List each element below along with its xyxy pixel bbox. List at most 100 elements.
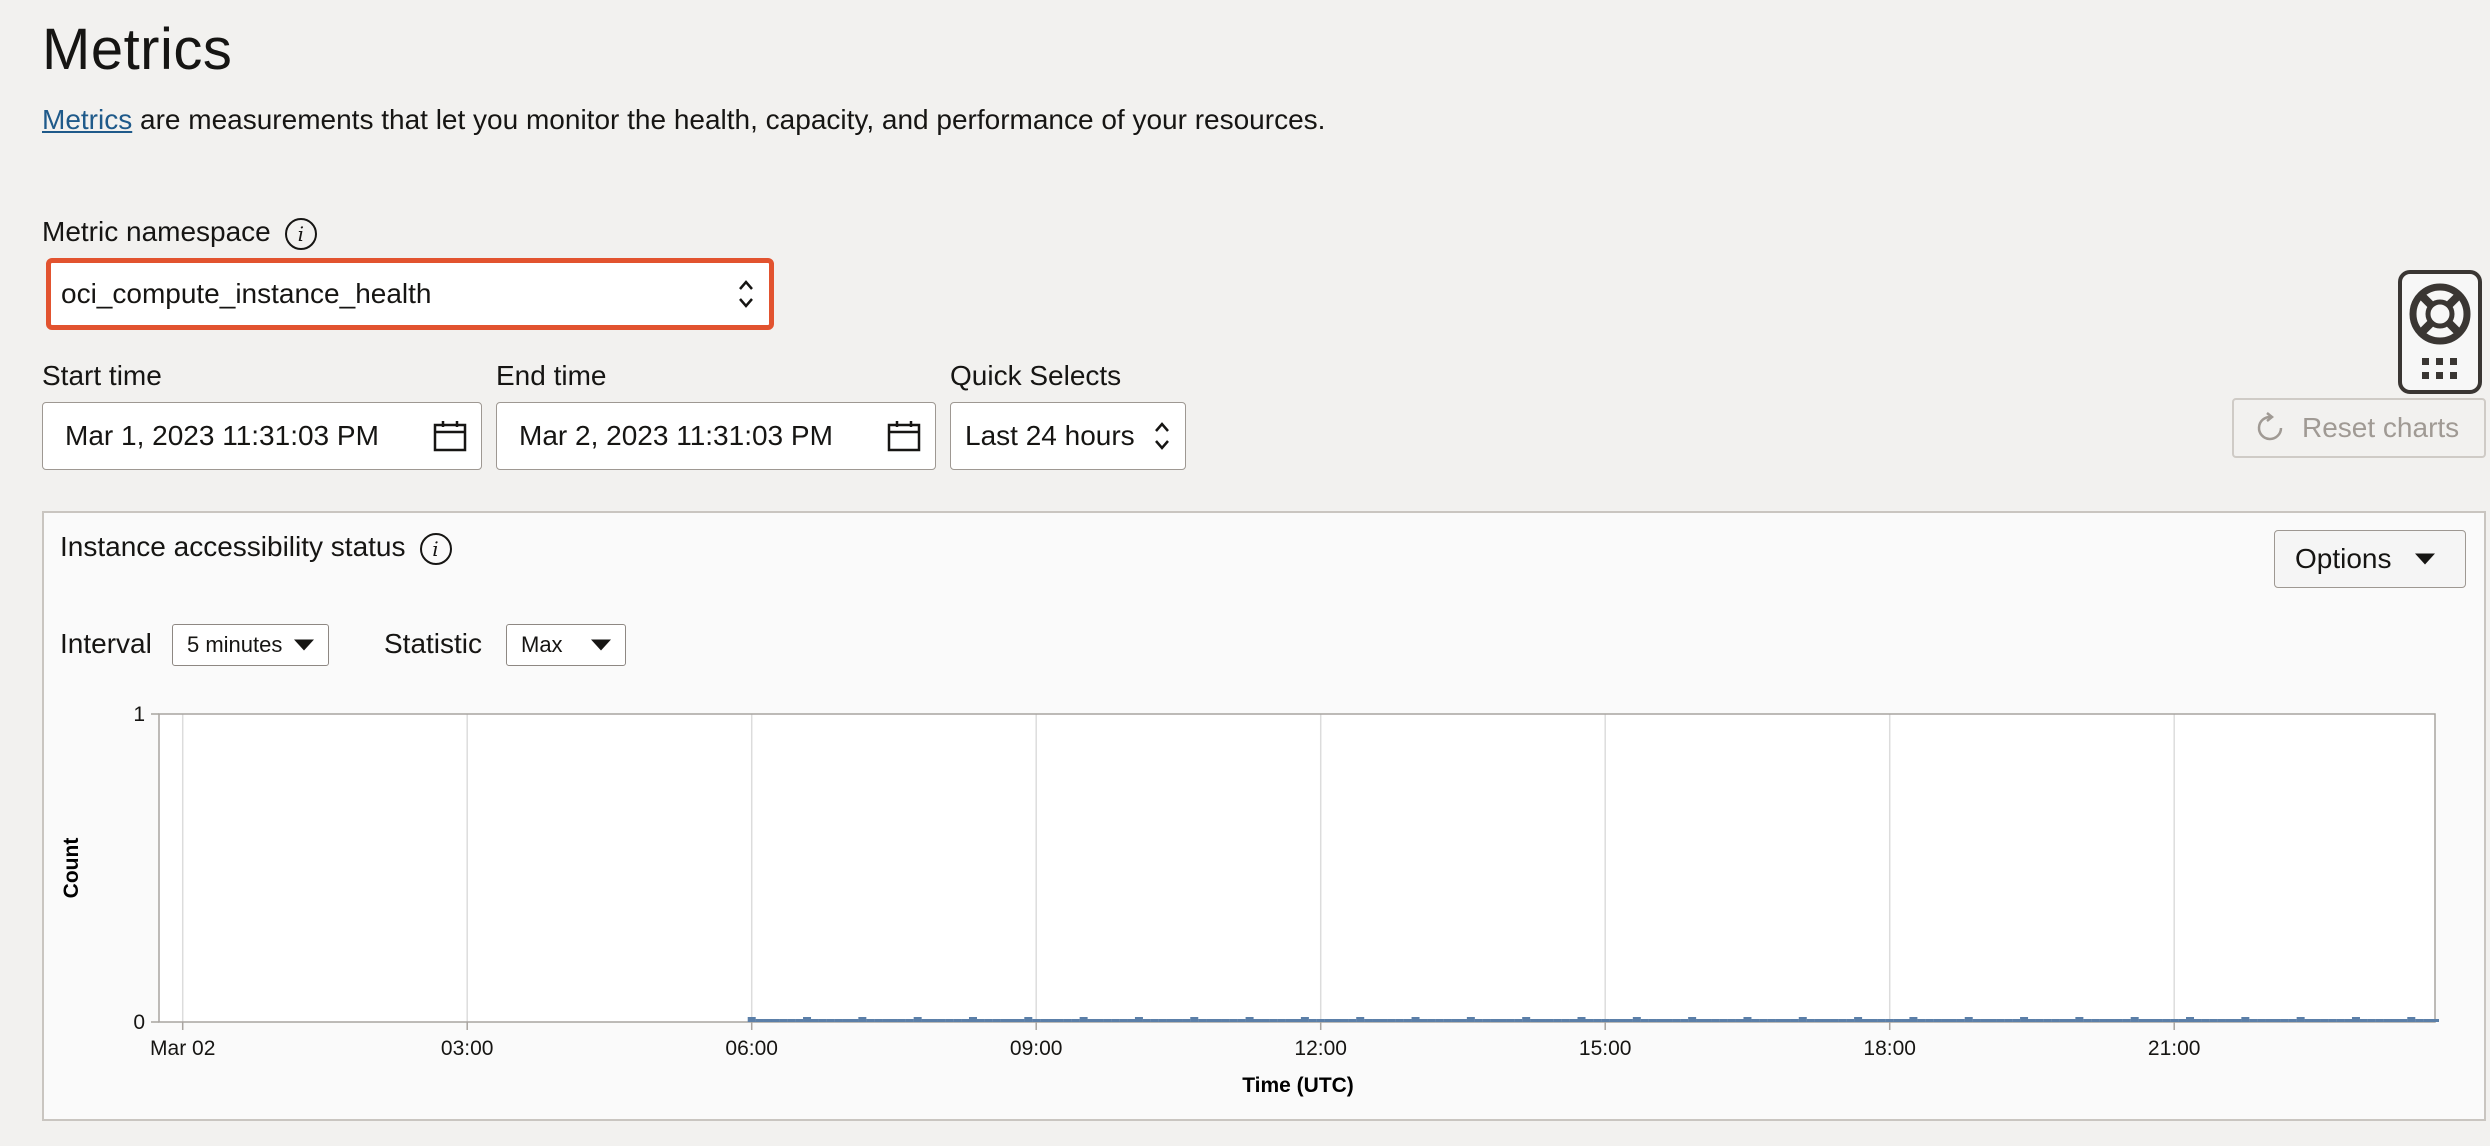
series-bar[interactable] xyxy=(2304,1019,2313,1022)
series-bar[interactable] xyxy=(2280,1019,2289,1022)
series-bar[interactable] xyxy=(1948,1019,1957,1022)
series-bar[interactable] xyxy=(1087,1019,1096,1022)
series-bar[interactable] xyxy=(1672,1019,1681,1022)
series-bar[interactable] xyxy=(1308,1019,1317,1022)
series-bar[interactable] xyxy=(850,1019,859,1022)
series-bar[interactable] xyxy=(1071,1019,1080,1022)
series-bar[interactable] xyxy=(779,1019,788,1022)
series-bar[interactable] xyxy=(1941,1019,1950,1022)
series-bar[interactable] xyxy=(1688,1017,1697,1022)
series-bar[interactable] xyxy=(2154,1019,2163,1022)
series-bar[interactable] xyxy=(1530,1019,1539,1022)
series-bar[interactable] xyxy=(1427,1019,1436,1022)
series-bar[interactable] xyxy=(905,1019,914,1022)
series-bar[interactable] xyxy=(771,1019,780,1022)
series-bar[interactable] xyxy=(1506,1019,1515,1022)
series-bar[interactable] xyxy=(2106,1019,2115,1022)
series-bar[interactable] xyxy=(842,1019,851,1022)
series-bar[interactable] xyxy=(1451,1019,1460,1022)
series-bar[interactable] xyxy=(968,1017,977,1022)
series-bar[interactable] xyxy=(1237,1019,1246,1022)
series-bar[interactable] xyxy=(2288,1019,2297,1022)
series-bar[interactable] xyxy=(1221,1019,1230,1022)
series-bar[interactable] xyxy=(1356,1017,1365,1022)
series-bar[interactable] xyxy=(2012,1019,2021,1022)
series-bar[interactable] xyxy=(1229,1019,1238,1022)
series-bar[interactable] xyxy=(1142,1019,1151,1022)
series-bar[interactable] xyxy=(2391,1019,2400,1022)
series-bar[interactable] xyxy=(1877,1019,1886,1022)
series-bar[interactable] xyxy=(1933,1019,1942,1022)
series-bar[interactable] xyxy=(2383,1019,2392,1022)
series-bar[interactable] xyxy=(2138,1019,2147,1022)
series-bar[interactable] xyxy=(2296,1017,2305,1022)
series-bar[interactable] xyxy=(1846,1019,1855,1022)
series-bar[interactable] xyxy=(1348,1019,1357,1022)
series-bar[interactable] xyxy=(1277,1019,1286,1022)
series-bar[interactable] xyxy=(953,1019,962,1022)
series-bar[interactable] xyxy=(2328,1019,2337,1022)
series-bar[interactable] xyxy=(1182,1019,1191,1022)
series-bar[interactable] xyxy=(1261,1019,1270,1022)
series-bar[interactable] xyxy=(1751,1019,1760,1022)
series-bar[interactable] xyxy=(2367,1019,2376,1022)
series-bar[interactable] xyxy=(1601,1019,1610,1022)
series-bar[interactable] xyxy=(1609,1019,1618,1022)
series-bar[interactable] xyxy=(2359,1019,2368,1022)
series-bar[interactable] xyxy=(1869,1019,1878,1022)
series-bar[interactable] xyxy=(1980,1019,1989,1022)
series-bar[interactable] xyxy=(1127,1019,1136,1022)
series-bar[interactable] xyxy=(2162,1019,2171,1022)
series-bar[interactable] xyxy=(1293,1019,1301,1022)
series-bar[interactable] xyxy=(1664,1019,1673,1022)
series-bar[interactable] xyxy=(1411,1017,1420,1022)
series-bar[interactable] xyxy=(921,1019,930,1022)
series-bar[interactable] xyxy=(2091,1019,2100,1022)
series-bar[interactable] xyxy=(1119,1019,1128,1022)
series-bar[interactable] xyxy=(1798,1017,1807,1022)
series-bar[interactable] xyxy=(1190,1017,1199,1022)
series-bar[interactable] xyxy=(1696,1019,1705,1022)
series-bar[interactable] xyxy=(1885,1019,1894,1022)
series-bar[interactable] xyxy=(937,1019,946,1022)
series-bar[interactable] xyxy=(2186,1017,2195,1022)
series-bar[interactable] xyxy=(2193,1019,2202,1022)
series-bar[interactable] xyxy=(1727,1019,1736,1022)
series-bar[interactable] xyxy=(1909,1017,1918,1022)
series-bar[interactable] xyxy=(2272,1019,2281,1022)
series-bar[interactable] xyxy=(1316,1019,1325,1022)
series-bar[interactable] xyxy=(1719,1019,1728,1022)
series-bar[interactable] xyxy=(1498,1019,1507,1022)
series-bar[interactable] xyxy=(992,1019,1001,1022)
series-bar[interactable] xyxy=(1166,1019,1175,1022)
series-bar[interactable] xyxy=(1008,1019,1017,1022)
series-bar[interactable] xyxy=(1767,1019,1776,1022)
series-bar[interactable] xyxy=(1854,1017,1863,1022)
series-bar[interactable] xyxy=(1703,1019,1712,1022)
series-bar[interactable] xyxy=(2265,1019,2274,1022)
series-bar[interactable] xyxy=(1150,1019,1159,1022)
series-bar[interactable] xyxy=(1103,1019,1112,1022)
series-bar[interactable] xyxy=(889,1019,898,1022)
series-bar[interactable] xyxy=(1830,1019,1839,1022)
series-bar[interactable] xyxy=(1458,1019,1467,1022)
series-bar[interactable] xyxy=(1340,1019,1349,1022)
series-bar[interactable] xyxy=(984,1019,993,1022)
series-bar[interactable] xyxy=(1063,1019,1072,1022)
series-bar[interactable] xyxy=(1656,1019,1665,1022)
series-bar[interactable] xyxy=(1095,1019,1104,1022)
series-bar[interactable] xyxy=(897,1019,906,1022)
series-bar[interactable] xyxy=(1711,1019,1720,1022)
series-bar[interactable] xyxy=(1680,1019,1689,1022)
series-bar[interactable] xyxy=(1024,1017,1033,1022)
series-bar[interactable] xyxy=(1632,1017,1641,1022)
series-bar[interactable] xyxy=(810,1019,819,1022)
series-bar[interactable] xyxy=(2336,1019,2345,1022)
series-bar[interactable] xyxy=(2351,1017,2360,1022)
series-bar[interactable] xyxy=(2020,1017,2029,1022)
series-bar[interactable] xyxy=(2035,1019,2044,1022)
series-bar[interactable] xyxy=(1482,1019,1491,1022)
series-bar[interactable] xyxy=(1735,1019,1744,1022)
series-bar[interactable] xyxy=(1561,1019,1570,1022)
series-bar[interactable] xyxy=(1364,1019,1373,1022)
